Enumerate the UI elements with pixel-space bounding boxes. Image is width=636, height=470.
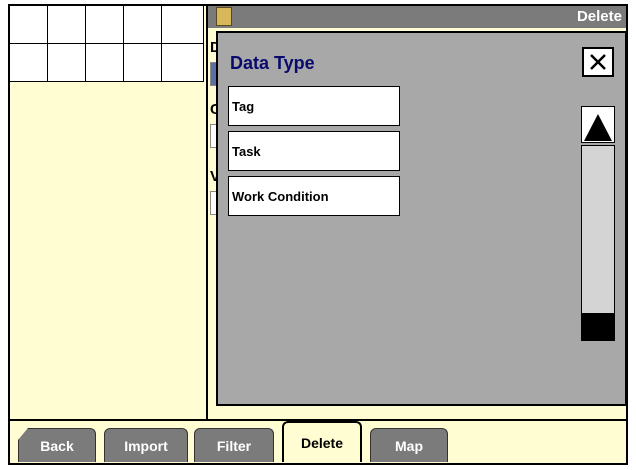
field-icon xyxy=(216,7,232,26)
grid-cell[interactable] xyxy=(48,6,86,44)
tab-import[interactable]: Import xyxy=(104,428,188,462)
tab-label: Delete xyxy=(300,434,344,451)
tab-filter[interactable]: Filter xyxy=(194,428,274,462)
window-title: Delete xyxy=(576,8,622,25)
dialog-title: Data Type xyxy=(230,53,315,73)
tab-back[interactable]: Back xyxy=(18,428,96,462)
grid-cell[interactable] xyxy=(124,6,162,44)
grid-cell[interactable] xyxy=(86,6,124,44)
grid-cell[interactable] xyxy=(10,44,48,82)
cell-grid xyxy=(10,6,204,84)
tab-label: Import xyxy=(124,437,168,454)
close-button[interactable] xyxy=(582,47,614,77)
grid-cell[interactable] xyxy=(124,44,162,82)
title-bar: Delete xyxy=(208,6,626,28)
tab-label: Back xyxy=(40,437,74,454)
scrollbar-track[interactable] xyxy=(581,145,615,341)
tab-bar: Back Import Filter Delete Map xyxy=(8,421,628,465)
panel-divider xyxy=(206,6,208,419)
tab-delete[interactable]: Delete xyxy=(282,421,362,462)
scroll-up-button[interactable] xyxy=(581,106,615,143)
grid-cell[interactable] xyxy=(48,44,86,82)
grid-cell[interactable] xyxy=(10,6,48,44)
list-item-task[interactable]: Task xyxy=(228,131,400,171)
list-item-label: Task xyxy=(232,143,261,159)
grid-cell[interactable] xyxy=(86,44,124,82)
data-type-dialog: Data Type Tag Task Work Condition xyxy=(216,31,627,406)
list-item-tag[interactable]: Tag xyxy=(228,86,400,126)
tab-label: Map xyxy=(395,437,423,454)
grid-cell[interactable] xyxy=(162,44,204,82)
list-item-work-condition[interactable]: Work Condition xyxy=(228,176,400,216)
close-icon xyxy=(590,54,606,70)
list-item-label: Work Condition xyxy=(232,188,329,204)
tab-map[interactable]: Map xyxy=(370,428,448,462)
tab-label: Filter xyxy=(216,437,252,454)
scrollbar-thumb[interactable] xyxy=(581,313,615,341)
grid-cell[interactable] xyxy=(162,6,204,44)
triangle-up-icon xyxy=(584,114,612,141)
list-item-label: Tag xyxy=(232,98,255,114)
